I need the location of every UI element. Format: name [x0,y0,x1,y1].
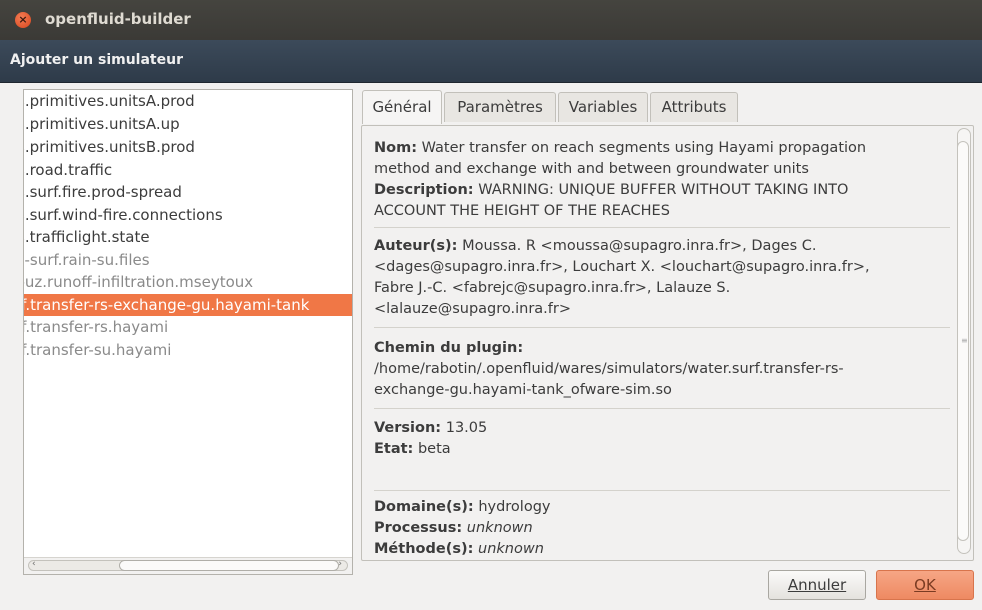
scroll-right-icon[interactable]: › [338,559,342,569]
method-label: Méthode(s): [374,541,474,557]
list-item-label: rf.transfer-rs-exchange-gu.hayami-tank [23,296,310,314]
name-description-section: Nom: Water transfer on reach segments us… [374,138,944,222]
horizontal-scrollbar[interactable]: ‹ › [24,557,352,574]
ok-button[interactable]: OK [876,570,974,600]
authors-label: Auteur(s): [374,238,458,254]
description-value: WARNING: UNIQUE BUFFER WITHOUT TAKING IN… [478,182,849,198]
cancel-button[interactable]: Annuler [768,570,866,600]
divider [374,227,950,228]
window-title: openfluid-builder [45,10,191,28]
version-label: Version: [374,420,442,436]
version-value: 13.05 [445,420,488,436]
status-value: beta [417,441,451,457]
simulator-details-panel: Nom: Water transfer on reach segments us… [361,125,974,561]
authors-value-3: Fabre J.-C. <fabrejc@supagro.inra.fr>, L… [374,280,731,296]
list-item[interactable]: s.surf.wind-fire.connections [24,204,352,226]
nom-value: Water transfer on reach segments using H… [421,140,867,156]
dialog-header: Ajouter un simulateur [0,40,982,83]
tab-parametres[interactable]: Paramètres [444,92,556,122]
method-value: unknown [478,541,544,557]
plugin-path-value-cont: exchange-gu.hayami-tank_ofware-sim.so [374,382,672,398]
scrollbar-grip-icon: ≡ [961,336,968,345]
list-item[interactable]: s.surf.fire.prod-spread [24,181,352,203]
list-item[interactable]: rf.transfer-rs.hayami [24,316,352,338]
description-value-cont: ACCOUNT THE HEIGHT OF THE REACHES [374,203,670,219]
window-titlebar: × openfluid-builder [0,0,982,40]
close-icon[interactable]: × [15,12,31,28]
list-item[interactable]: s.primitives.unitsA.up [24,113,352,135]
divider [374,490,950,491]
authors-value-2: <dages@supagro.inra.fr>, Louchart X. <lo… [374,259,870,275]
tab-variables[interactable]: Variables [558,92,648,122]
authors-value: Moussa. R <moussa@supagro.inra.fr>, Dage… [462,238,817,254]
authors-section: Auteur(s): Moussa. R <moussa@supagro.inr… [374,236,944,320]
authors-value-4: <lalauze@supagro.inra.fr> [374,301,571,317]
list-item-selected[interactable]: rf.transfer-rs-exchange-gu.hayami-tank [23,294,352,316]
cancel-label: Annuler [787,576,847,594]
vertical-scrollbar[interactable]: ≡ [957,128,971,554]
plugin-path-label: Chemin du plugin: [374,340,524,356]
list-item[interactable]: f-uz.runoff-infiltration.mseytoux [24,271,352,293]
plugin-path-section: Chemin du plugin: /home/rabotin/.openflu… [374,338,944,401]
process-value: unknown [466,520,533,536]
list-item[interactable]: s.trafficlight.state [24,226,352,248]
nom-value-cont: method and exchange with and between gro… [374,161,809,177]
tab-attributs[interactable]: Attributs [650,92,738,122]
nom-label: Nom: [374,140,418,156]
list-item[interactable]: s.primitives.unitsA.prod [24,90,352,112]
domain-label: Domaine(s): [374,499,474,515]
divider [374,408,950,409]
dialog-title: Ajouter un simulateur [10,52,183,68]
status-label: Etat: [374,441,414,457]
simulator-list[interactable]: s.primitives.unitsA.prod s.primitives.un… [23,89,353,575]
version-section: Version: 13.05 Etat: beta [374,418,944,460]
list-item[interactable]: s.primitives.unitsB.prod [24,136,352,158]
process-label: Processus: [374,520,463,536]
tab-general[interactable]: Général [362,90,442,124]
scrollbar-thumb[interactable] [119,560,339,571]
scroll-left-icon[interactable]: ‹ [32,559,36,569]
list-item[interactable]: n-surf.rain-su.files [24,249,352,271]
plugin-path-value: /home/rabotin/.openfluid/wares/simulator… [374,361,844,377]
list-item[interactable]: s.road.traffic [24,159,352,181]
list-item[interactable]: rf.transfer-su.hayami [24,339,352,361]
description-label: Description: [374,182,474,198]
divider [374,327,950,328]
domain-section: Domaine(s): hydrology Processus: unknown… [374,497,944,560]
ok-label: OK [914,576,936,594]
domain-value: hydrology [478,499,551,515]
